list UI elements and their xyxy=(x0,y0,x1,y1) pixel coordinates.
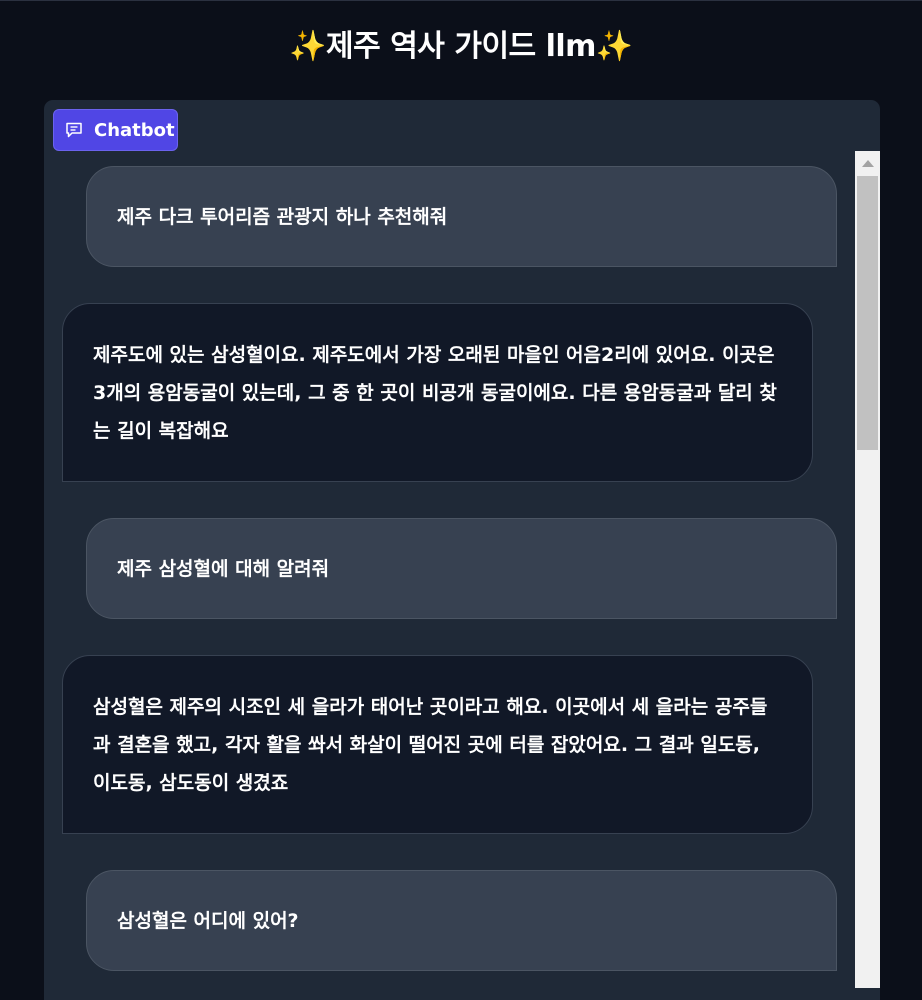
bot-message: 삼성혈은 제주의 시조인 세 을라가 태어난 곳이라고 해요. 이곳에서 세 을… xyxy=(62,655,813,834)
top-border xyxy=(0,0,922,1)
message-text: 제주 다크 투어리즘 관광지 하나 추천해줘 xyxy=(117,205,448,228)
user-message: 삼성혈은 어디에 있어? xyxy=(86,870,837,971)
scrollbar-thumb[interactable] xyxy=(857,176,878,450)
user-message: 제주 삼성혈에 대해 알려줘 xyxy=(86,518,837,619)
message-text: 삼성혈은 어디에 있어? xyxy=(117,909,299,932)
bot-message: 제주도에 있는 삼성혈이요. 제주도에서 가장 오래된 마을인 어음2리에 있어… xyxy=(62,303,813,482)
chatbot-label: Chatbot xyxy=(53,109,178,151)
chat-icon xyxy=(66,122,82,138)
message-text: 삼성혈은 제주의 시조인 세 을라가 태어난 곳이라고 해요. 이곳에서 세 을… xyxy=(93,695,768,794)
user-message: 제주 다크 투어리즘 관광지 하나 추천해줘 xyxy=(86,166,837,267)
message-text: 제주도에 있는 삼성혈이요. 제주도에서 가장 오래된 마을인 어음2리에 있어… xyxy=(93,343,777,442)
scrollbar[interactable] xyxy=(855,151,880,988)
message-text: 제주 삼성혈에 대해 알려줘 xyxy=(117,557,330,580)
chatbot-label-text: Chatbot xyxy=(94,119,175,141)
scroll-up-arrow-icon[interactable] xyxy=(855,151,880,175)
page-title: ✨제주 역사 가이드 llm✨ xyxy=(289,29,633,64)
